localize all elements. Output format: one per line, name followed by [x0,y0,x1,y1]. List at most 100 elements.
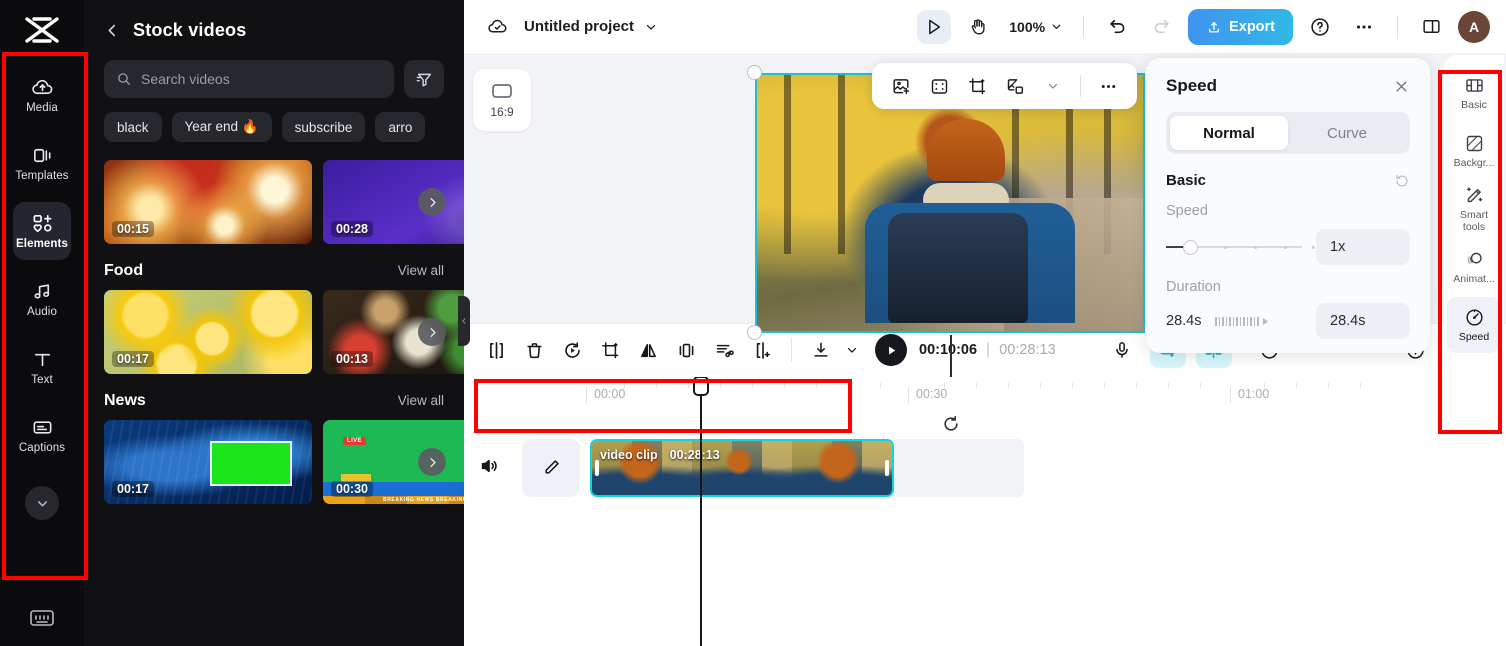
rr-item-animation[interactable]: Animat... [1447,239,1501,295]
stock-video-thumb[interactable]: 00:17 [104,290,312,374]
duration-label: Duration [1166,279,1221,295]
clip-trim-handle-right[interactable] [885,459,889,476]
preview-video-art [757,75,1143,331]
ellipsis-icon[interactable] [1091,69,1125,103]
timeline-clip[interactable]: video clip 00:28:13 [590,438,894,497]
filter-icon[interactable] [404,60,444,98]
speaker-icon[interactable] [478,455,500,477]
timeline-ruler[interactable]: 00:00 00:30 01:00 [464,377,1506,405]
play-button[interactable] [875,334,907,366]
reset-icon[interactable] [1394,173,1410,189]
speed-value-field[interactable]: 1x [1316,229,1410,265]
cloud-saved-icon[interactable] [480,10,514,44]
hand-icon[interactable] [961,10,995,44]
split-icon[interactable] [478,332,514,368]
split-layout-icon[interactable] [1414,10,1448,44]
sidebar-item-label: Templates [15,170,69,182]
slider-knob[interactable] [1183,240,1198,255]
chevron-right-icon[interactable] [418,188,446,216]
export-button[interactable]: Export [1188,8,1293,45]
question-circle-icon[interactable] [1303,10,1337,44]
crop-clip-icon[interactable] [592,332,628,368]
ruler-label: 00:00 [586,386,625,403]
clip-trim-handle-left[interactable] [595,459,599,476]
stock-video-thumb[interactable]: 00:15 [104,160,312,244]
sidebar-item-media[interactable]: Media [13,66,71,124]
aspect-ratio-chip[interactable]: 16:9 [473,69,531,131]
rr-item-basic[interactable]: Basic [1447,65,1501,121]
current-time: 00:10:06 [919,342,978,358]
page-title: Stock videos [133,19,247,40]
avatar[interactable]: A [1458,10,1490,43]
project-name-menu[interactable]: Untitled project [524,18,658,35]
tag-chip[interactable]: subscribe [281,112,366,142]
sidebar-item-captions[interactable]: Captions [13,406,71,464]
sidebar-item-label: Text [31,374,53,386]
zoom-level-menu[interactable]: 100% [1005,19,1067,35]
chevron-down-icon[interactable] [841,332,863,368]
search-input-wrapper[interactable] [104,60,394,98]
reverse-icon[interactable] [554,332,590,368]
crop-icon[interactable] [960,69,994,103]
speed-panel: Speed Normal Curve Basic Speed 1x Durati… [1146,58,1430,353]
microphone-icon[interactable] [1104,332,1140,368]
sidebar-item-label: Media [26,102,58,114]
ellipsis-icon[interactable] [1347,10,1381,44]
playhead[interactable] [693,376,709,646]
rr-item-smart-tools[interactable]: Smart tools [1447,181,1501,237]
rail-items: Media Templates Elements Audio Text Capt… [0,66,84,520]
stock-video-thumb[interactable]: 00:17 [104,420,312,504]
playhead-handle[interactable] [693,376,709,396]
preview-video[interactable] [755,73,1145,333]
clip-duration: 00:30 [331,481,373,497]
duration-value-field[interactable]: 28.4s [1316,303,1410,339]
panel-collapse-handle[interactable] [458,296,470,346]
pencil-edit-icon[interactable] [522,438,580,497]
chevron-right-icon[interactable] [418,318,446,346]
delete-trash-icon[interactable] [516,332,552,368]
timeline-area[interactable]: 00:00 00:30 01:00 video clip 00:28:13 [464,376,1506,646]
tab-curve[interactable]: Curve [1288,116,1406,150]
stock-row-featured: 00:15 00:28 [104,160,464,244]
close-icon[interactable] [1393,78,1410,95]
freeze-frame-icon[interactable] [668,332,704,368]
keyboard-shortcuts-icon[interactable] [0,608,84,628]
download-icon[interactable] [803,332,839,368]
tag-chip[interactable]: black [104,112,162,142]
rotate-handle-icon[interactable] [938,411,964,437]
sidebar-item-audio[interactable]: Audio [13,270,71,328]
section-title: Basic [1166,172,1207,189]
speed-slider[interactable] [1166,239,1315,255]
add-image-icon[interactable] [884,69,918,103]
auto-cut-icon[interactable] [706,332,742,368]
rr-item-background[interactable]: Backgr... [1447,123,1501,179]
capcut-logo-icon[interactable] [19,10,65,50]
undo-icon[interactable] [1100,10,1134,44]
view-all-link[interactable]: View all [398,263,444,278]
remove-background-icon[interactable] [998,69,1032,103]
rr-item-speed[interactable]: Speed [1447,297,1501,353]
chevron-right-icon[interactable] [418,448,446,476]
chevron-down-icon[interactable] [25,486,59,520]
sidebar-item-text[interactable]: Text [13,338,71,396]
chevron-left-icon[interactable] [104,22,121,39]
sidebar-item-elements[interactable]: Elements [13,202,71,260]
resize-handle-top-left[interactable] [747,65,762,80]
basic-section-header: Basic [1166,172,1410,189]
magic-wand-icon [1464,185,1485,206]
cursor-arrow-icon[interactable] [917,9,952,44]
tag-chip[interactable]: Year end 🔥 [171,112,272,142]
view-all-link[interactable]: View all [398,393,444,408]
chevron-down-icon[interactable] [1036,69,1070,103]
clip-duration: 00:13 [331,351,373,367]
rr-item-label: Smart tools [1459,209,1488,233]
tag-chip[interactable]: arro [375,112,426,142]
aspect-ratio-label: 16:9 [490,104,514,119]
resize-handle-bottom-left[interactable] [747,325,762,340]
sidebar-item-templates[interactable]: Templates [13,134,71,192]
mirror-flip-icon[interactable] [630,332,666,368]
redo-icon[interactable] [1144,10,1178,44]
tab-normal[interactable]: Normal [1170,116,1288,150]
fit-to-frame-icon[interactable] [922,69,956,103]
search-input[interactable] [141,71,382,87]
